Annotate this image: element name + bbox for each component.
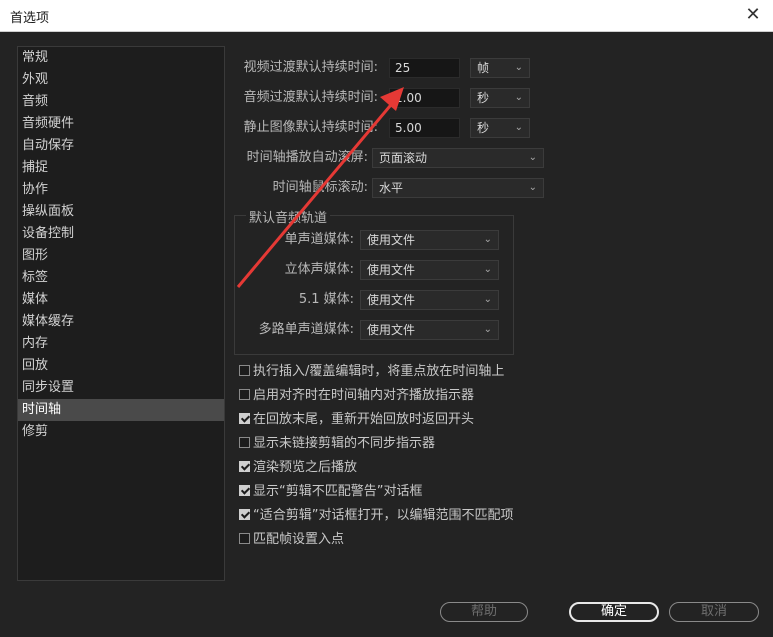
checkbox-label: 在回放末尾，重新开始回放时返回开头 (253, 412, 475, 427)
checkbox[interactable] (239, 533, 250, 544)
checkbox-row[interactable]: 显示“剪辑不匹配警告”对话框 (239, 483, 422, 501)
checkbox[interactable] (239, 461, 250, 472)
chevron-down-icon: ⌄ (528, 182, 537, 193)
chevron-down-icon: ⌄ (528, 152, 537, 163)
audio-track-value: 使用文件 (367, 233, 416, 247)
sidebar-item[interactable]: 内存 (18, 333, 224, 355)
chevron-down-icon: ⌄ (514, 92, 523, 103)
chevron-down-icon: ⌄ (483, 294, 492, 305)
checkbox-label: 启用对齐时在时间轴内对齐播放指示器 (253, 388, 475, 403)
sidebar-item[interactable]: 同步设置 (18, 377, 224, 399)
video-transition-label: 视频过渡默认持续时间: (243, 60, 378, 75)
audio-track-select[interactable]: 使用文件 ⌄ (360, 320, 499, 340)
sidebar-item[interactable]: 媒体 (18, 289, 224, 311)
audio-track-value: 使用文件 (367, 323, 416, 337)
sidebar-item[interactable]: 音频硬件 (18, 113, 224, 135)
sidebar-item[interactable]: 媒体缓存 (18, 311, 224, 333)
timeline-autoscroll-value: 页面滚动 (379, 151, 428, 165)
category-list: 常规 外观 音频 音频硬件 自动保存 捕捉 协作 操纵面板 设备控制 图形 标签 媒体 媒体缓存 内存 回放… (17, 46, 225, 581)
sidebar-item[interactable]: 常规 (18, 47, 224, 69)
checkbox-label: 显示“剪辑不匹配警告”对话框 (253, 484, 423, 499)
audio-transition-unit: 秒 (477, 91, 490, 105)
checkbox[interactable] (239, 389, 250, 400)
sidebar-item[interactable]: 自动保存 (18, 135, 224, 157)
sidebar-item[interactable]: 捕捉 (18, 157, 224, 179)
timeline-mousescroll-select[interactable]: 水平 ⌄ (372, 178, 544, 198)
sidebar-item[interactable]: 操纵面板 (18, 201, 224, 223)
sidebar-item[interactable]: 外观 (18, 69, 224, 91)
audio-track-select[interactable]: 使用文件 ⌄ (360, 290, 499, 310)
checkbox-row[interactable]: 显示未链接剪辑的不同步指示器 (239, 435, 435, 453)
audio-transition-unit-select[interactable]: 秒 ⌄ (470, 88, 530, 108)
chevron-down-icon: ⌄ (514, 122, 523, 133)
audio-track-value: 使用文件 (367, 293, 416, 307)
audio-track-value: 使用文件 (367, 263, 416, 277)
checkbox-row[interactable]: 启用对齐时在时间轴内对齐播放指示器 (239, 387, 474, 405)
title-bar: 首选项 ✕ (0, 0, 773, 32)
audio-track-label: 单声道媒体: (284, 232, 354, 247)
checkbox[interactable] (239, 413, 250, 424)
still-image-label: 静止图像默认持续时间: (243, 120, 378, 135)
checkbox[interactable] (239, 437, 250, 448)
sidebar-item[interactable]: 设备控制 (18, 223, 224, 245)
timeline-autoscroll-select[interactable]: 页面滚动 ⌄ (372, 148, 544, 168)
checkbox-label: 显示未链接剪辑的不同步指示器 (253, 436, 436, 451)
audio-track-label: 立体声媒体: (284, 262, 354, 277)
checkbox-label: 渲染预览之后播放 (253, 460, 358, 475)
checkbox-label: 匹配帧设置入点 (253, 532, 345, 547)
chevron-down-icon: ⌄ (483, 264, 492, 275)
video-transition-input[interactable]: 25 (389, 58, 460, 78)
checkbox-label: 执行插入/覆盖编辑时，将重点放在时间轴上 (253, 364, 505, 379)
checkbox[interactable] (239, 509, 250, 520)
checkbox[interactable] (239, 365, 250, 376)
sidebar-item[interactable]: 标签 (18, 267, 224, 289)
checkbox-row[interactable]: 匹配帧设置入点 (239, 531, 344, 549)
chevron-down-icon: ⌄ (483, 324, 492, 335)
sidebar-item[interactable]: 时间轴 (18, 399, 224, 421)
checkbox-row[interactable]: “适合剪辑”对话框打开，以编辑范围不匹配项 (239, 507, 513, 525)
still-image-unit-select[interactable]: 秒 ⌄ (470, 118, 530, 138)
video-transition-unit-select[interactable]: 帧 ⌄ (470, 58, 530, 78)
audio-transition-label: 音频过渡默认持续时间: (243, 90, 378, 105)
still-image-unit: 秒 (477, 121, 490, 135)
sidebar-item[interactable]: 修剪 (18, 421, 224, 443)
video-transition-unit: 帧 (477, 61, 490, 75)
checkbox-label: “适合剪辑”对话框打开，以编辑范围不匹配项 (253, 508, 514, 523)
sidebar-item[interactable]: 图形 (18, 245, 224, 267)
checkbox-row[interactable]: 执行插入/覆盖编辑时，将重点放在时间轴上 (239, 363, 504, 381)
chevron-down-icon: ⌄ (483, 234, 492, 245)
help-button[interactable]: 帮助 (440, 602, 528, 622)
close-icon[interactable]: ✕ (743, 4, 763, 25)
window-title: 首选项 (10, 11, 50, 26)
audio-tracks-title: 默认音频轨道 (246, 207, 331, 226)
checkbox[interactable] (239, 485, 250, 496)
audio-track-select[interactable]: 使用文件 ⌄ (360, 230, 499, 250)
timeline-mousescroll-value: 水平 (379, 181, 404, 195)
sidebar-item[interactable]: 音频 (18, 91, 224, 113)
sidebar-item[interactable]: 回放 (18, 355, 224, 377)
still-image-input[interactable]: 5.00 (389, 118, 460, 138)
audio-track-label: 5.1 媒体: (298, 292, 354, 307)
timeline-autoscroll-label: 时间轴播放自动滚屏: (246, 150, 368, 165)
sidebar-item[interactable]: 协作 (18, 179, 224, 201)
cancel-button[interactable]: 取消 (669, 602, 759, 622)
ok-button[interactable]: 确定 (569, 602, 659, 622)
audio-track-select[interactable]: 使用文件 ⌄ (360, 260, 499, 280)
chevron-down-icon: ⌄ (514, 62, 523, 73)
timeline-mousescroll-label: 时间轴鼠标滚动: (272, 180, 368, 195)
checkbox-row[interactable]: 渲染预览之后播放 (239, 459, 357, 477)
checkbox-row[interactable]: 在回放末尾，重新开始回放时返回开头 (239, 411, 474, 429)
audio-track-label: 多路单声道媒体: (258, 322, 354, 337)
audio-transition-input[interactable]: 1.00 (389, 88, 460, 108)
